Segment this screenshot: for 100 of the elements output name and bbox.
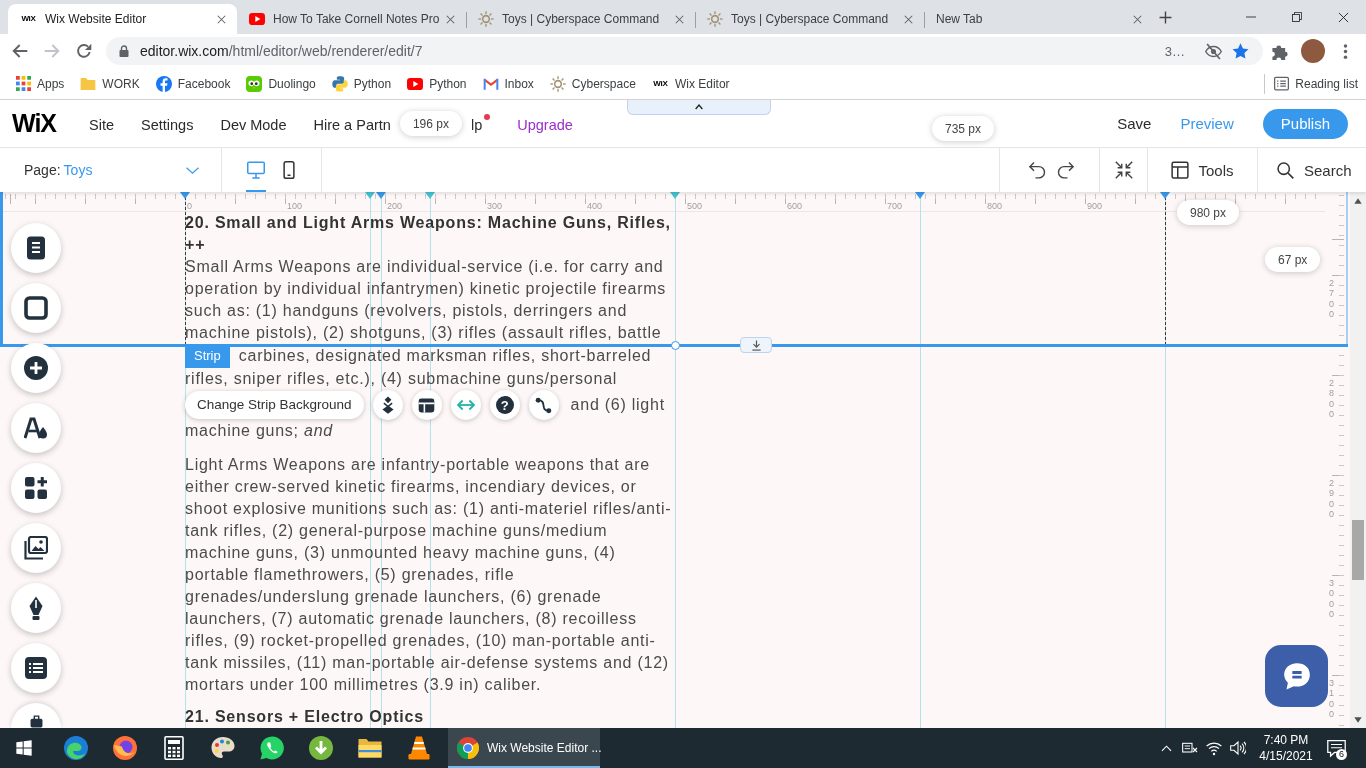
strip-collapse-button[interactable] (740, 337, 772, 353)
bookmark-link[interactable]: Python (331, 75, 392, 92)
change-background-button[interactable]: Change Strip Background (185, 391, 364, 419)
restore-icon[interactable] (1292, 12, 1302, 22)
ruler-label: 100 (287, 201, 303, 211)
images-icon (24, 536, 48, 560)
folder-icon[interactable] (357, 736, 382, 760)
close-icon[interactable] (1337, 11, 1349, 23)
strip-tag: Strip (185, 344, 230, 368)
notification-button[interactable]: 6 (1320, 728, 1352, 768)
help-button[interactable]: ? (489, 390, 520, 420)
menu-link[interactable]: Hire a Partn (313, 114, 391, 133)
calculator-icon[interactable] (161, 736, 186, 760)
resize-handle[interactable] (671, 341, 680, 350)
ruler-label: 0 (187, 201, 192, 211)
speaker-icon[interactable] (1230, 740, 1246, 756)
menu-link[interactable]: Site (89, 114, 114, 133)
menu-link[interactable]: lp (470, 114, 491, 133)
wifi-icon[interactable] (1206, 740, 1222, 756)
layout-button[interactable] (411, 390, 442, 420)
animation-button[interactable] (528, 390, 559, 420)
browser-tab[interactable]: Toys | Cyberspace Command (466, 4, 695, 34)
side-tool-button[interactable] (11, 583, 61, 633)
monitor-icon (247, 161, 265, 179)
arrange-button[interactable] (372, 390, 403, 420)
ruler-label: 800 (987, 201, 1003, 211)
side-tool-button[interactable] (11, 523, 61, 573)
bookmark-link[interactable]: Apps (16, 76, 65, 91)
back-arrow-icon[interactable] (12, 43, 28, 59)
phone-bubble-icon[interactable] (259, 736, 284, 760)
save-button[interactable]: Save (1117, 115, 1152, 132)
measurement-label: 196 px (399, 111, 462, 136)
ruler-label: 300 (487, 201, 503, 211)
star-icon[interactable] (1232, 42, 1249, 60)
reading-list-button[interactable]: Reading list (1264, 73, 1358, 94)
measurement-label: 980 px (1177, 200, 1240, 225)
side-tool-button[interactable] (11, 463, 61, 513)
upgrade-link[interactable]: Upgrade (517, 114, 573, 133)
windows-logo-icon[interactable] (16, 740, 32, 756)
plus-icon[interactable] (1159, 10, 1172, 24)
arrow-circle-icon[interactable] (308, 736, 333, 760)
social-logo-icon (155, 75, 172, 92)
browser-tab[interactable]: Toys | Cyberspace Command (695, 4, 924, 34)
phone-icon (280, 161, 298, 179)
browser-tab[interactable]: WiX Wix Website Editor (8, 4, 237, 34)
ruler-label: 200 (387, 201, 403, 211)
input-indicator-icon[interactable] (1182, 740, 1198, 756)
close-icon[interactable] (217, 14, 226, 24)
palette-icon[interactable] (210, 736, 235, 760)
eye-slash-icon[interactable] (1205, 42, 1222, 60)
paragraph-text: Light Arms Weapons are infantry-portable weapons that are either crew-served kinetic firearms, incendiary devices, or shoot explosive munitions such as: (1) anti-materiel rifles/anti- tank rifles, (2) general-purpose machine guns/medium machine guns, (3) unmounted heavy machine guns, (4) portable flamethrowers, (5) grenades, rifle grenades/underslung grenade launchers, (6) grenade launchers, (7) automatic grenade launchers, (8) recoilless rifles, (9) rocket-propelled grenades, (10) man-portable anti- tank missiles, (11) man-portable air-defense systems and (12) mortars under 100 millimetres (3.9 in) caliber. (185, 455, 673, 695)
fox-globe-icon[interactable] (112, 736, 137, 760)
url-text: 3… (1164, 43, 1185, 59)
play-button-icon (249, 11, 265, 27)
bookmark-link[interactable]: Inbox (482, 75, 534, 92)
ruler-label: 2900 (1329, 478, 1335, 520)
side-tool-button[interactable] (11, 343, 61, 393)
ruler-label: 600 (787, 201, 803, 211)
chevron-up-icon[interactable] (1160, 742, 1172, 754)
layout-icon (418, 396, 436, 414)
traffic-cone-icon[interactable] (406, 736, 431, 760)
side-tool-button[interactable] (11, 283, 61, 333)
side-tool-button[interactable] (11, 703, 61, 728)
address-field[interactable]: editor.wix.com/html/editor/web/renderer/edit/7 3… (106, 37, 1263, 65)
play-button-icon (407, 75, 424, 92)
stretch-button[interactable] (450, 390, 481, 420)
grid-icon (16, 76, 31, 91)
scrollbar-thumb[interactable] (1352, 520, 1364, 580)
undo-icon[interactable] (1028, 161, 1046, 179)
curve-path-icon (535, 396, 553, 414)
menu-link[interactable]: Dev Mode (220, 114, 287, 133)
briefcase-icon (29, 715, 43, 728)
ruler-label: 400 (587, 201, 603, 211)
profile-avatar[interactable] (1300, 39, 1325, 63)
message-icon (1326, 738, 1346, 758)
tricolor-circle-icon[interactable] (457, 737, 479, 759)
redo-icon[interactable] (1057, 161, 1075, 179)
side-tool-button[interactable] (11, 403, 61, 453)
search-button[interactable]: Search (1258, 148, 1366, 192)
bookmark-link[interactable]: WiX Wix Editor (651, 75, 730, 92)
bookmark-link[interactable]: Facebook (155, 75, 231, 92)
swirl-icon[interactable] (63, 736, 88, 760)
browser-tab[interactable]: New Tab (924, 4, 1153, 34)
chat-button[interactable] (1265, 645, 1328, 707)
sunburst-icon (478, 11, 494, 27)
side-tool-button[interactable] (11, 643, 61, 693)
measurement-label: 735 px (932, 116, 995, 141)
paragraph-text: rifles, sniper rifles, etc.), (4) submachine guns/personal (185, 369, 619, 389)
square-icon (24, 296, 48, 320)
bookmark-link[interactable]: WORK (80, 75, 140, 92)
bookmark-link[interactable]: Duolingo (246, 75, 316, 92)
bookmark-link[interactable]: Python (407, 75, 467, 92)
notification-count: 6 (1336, 749, 1347, 760)
collapse-arrows-icon[interactable] (1114, 161, 1133, 179)
bookmark-link[interactable]: Cyberspace (549, 75, 636, 92)
reload-icon[interactable] (76, 43, 92, 59)
side-tool-button[interactable] (11, 223, 61, 273)
taskbar-app-button[interactable]: Wix Website Editor ... (448, 728, 600, 768)
browser-tab[interactable]: How To Take Cornell Notes Pro (237, 4, 466, 34)
menu-link[interactable]: Settings (141, 114, 194, 133)
